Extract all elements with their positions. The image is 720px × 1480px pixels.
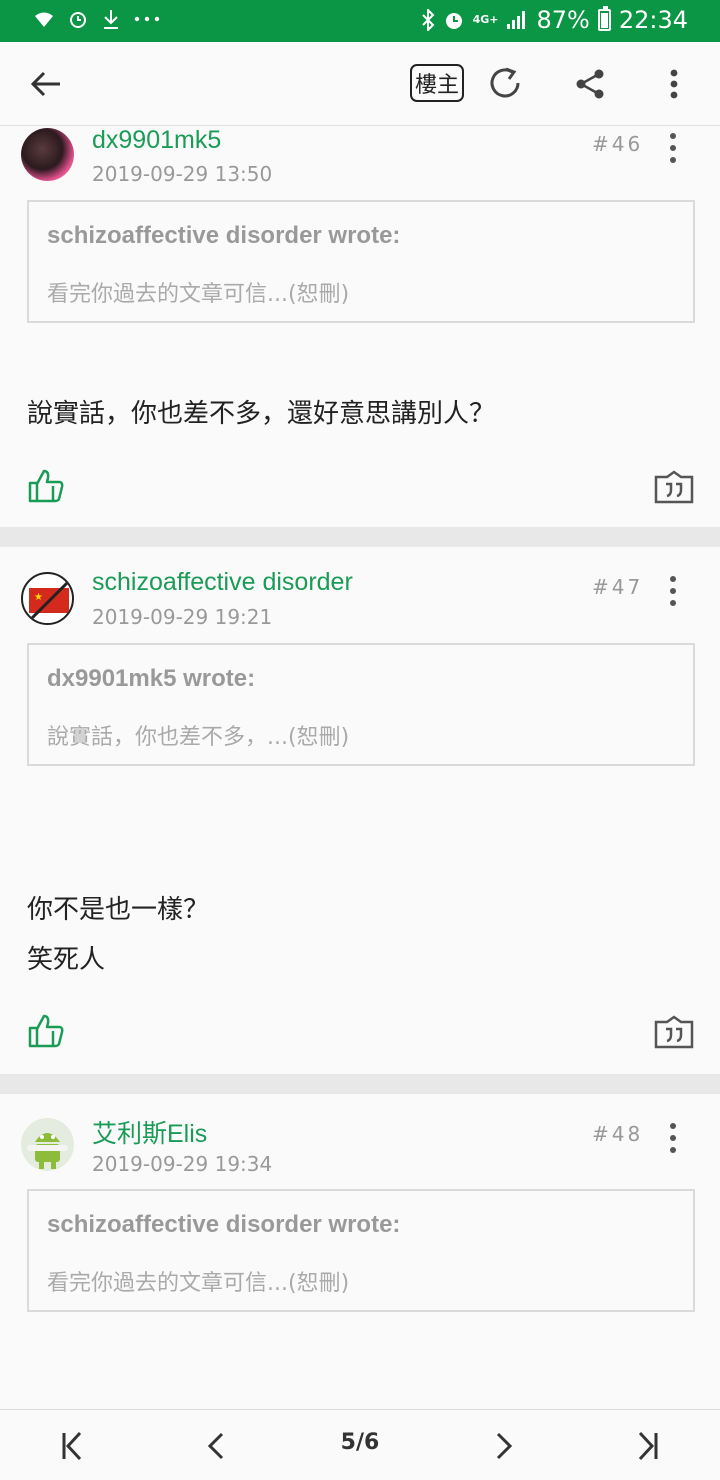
more-options-button[interactable] [652,62,696,106]
battery-icon [597,6,611,31]
share-button[interactable] [568,62,612,106]
status-bar: 4G+ 87% 22:34 [0,0,720,42]
page-indicator[interactable]: 5/6 [320,1430,400,1455]
post-body-line: 你不是也一樣？ [27,895,210,925]
bluetooth-icon [421,9,434,31]
post-48: 艾利斯Elis 2019-09-29 19:34 #48 schizoaffec… [0,1094,720,1409]
flag-icon: ★ [25,576,72,623]
alarm-icon [70,12,86,28]
post-menu-button[interactable] [660,573,686,609]
android-mascot-icon [27,1133,68,1169]
username[interactable]: schizoaffective disorder [92,568,353,597]
username[interactable]: dx9901mk5 [92,126,221,155]
chevron-right-icon [496,1432,513,1460]
last-page-button[interactable] [628,1426,668,1466]
wifi-icon [35,12,53,27]
quote-author: schizoaffective disorder wrote: [47,1211,401,1238]
post-46: dx9901mk5 2019-09-29 13:50 #46 schizoaff… [0,126,720,526]
post-body-line: 笑死人 [27,945,106,975]
refresh-button[interactable] [484,62,528,106]
post-number: #48 [592,1122,644,1146]
back-arrow-icon [30,71,60,97]
prev-page-button[interactable] [196,1426,236,1466]
quote-reply-icon[interactable] [654,1015,694,1049]
clock: 22:34 [618,6,688,34]
more-notifications-icon [134,16,160,22]
svg-text:★: ★ [34,592,43,603]
avatar[interactable]: ★ [21,572,74,625]
quote-block[interactable]: schizoaffective disorder wrote: 看完你過去的文章… [27,200,695,323]
more-vert-icon [670,69,678,99]
first-page-icon [62,1431,82,1461]
last-page-icon [638,1431,658,1461]
chevron-left-icon [207,1432,224,1460]
first-page-button[interactable] [52,1426,92,1466]
battery-percent: 87% [536,6,590,34]
download-icon [104,10,118,29]
network-type: 4G+ [472,13,499,26]
avatar[interactable] [21,128,74,181]
quote-snippet: 看完你過去的文章可信...(恕刪) [47,282,350,307]
share-icon [576,69,604,99]
op-only-button[interactable]: 樓主 [410,64,464,102]
post-time: 2019-09-29 19:21 [92,605,273,629]
username[interactable]: 艾利斯Elis [92,1114,207,1150]
quote-snippet: 說實話，你也差不多，...(恕刪) [47,725,350,750]
post-separator [0,1074,720,1094]
quote-block[interactable]: dx9901mk5 wrote: 說實話，你也差不多，...(恕刪) [27,643,695,766]
post-number: #47 [592,575,644,599]
post-separator [0,527,720,547]
refresh-icon [490,67,520,98]
post-menu-button[interactable] [660,130,686,166]
post-time: 2019-09-29 13:50 [92,162,273,186]
like-icon[interactable] [27,1013,65,1049]
back-button[interactable] [24,62,68,106]
quote-author: dx9901mk5 wrote: [47,665,256,692]
quote-author: schizoaffective disorder wrote: [47,222,401,249]
post-time: 2019-09-29 19:34 [92,1152,273,1176]
like-icon[interactable] [27,468,65,504]
post-menu-button[interactable] [660,1120,686,1156]
post-number: #46 [592,132,644,156]
quote-snippet: 看完你過去的文章可信...(恕刪) [47,1271,350,1296]
next-page-button[interactable] [484,1426,524,1466]
post-47: ★ schizoaffective disorder 2019-09-29 19… [0,547,720,1074]
signal-icon [507,11,526,29]
quote-block[interactable]: schizoaffective disorder wrote: 看完你過去的文章… [27,1189,695,1312]
app-bar: 樓主 [0,42,720,126]
pagination-bar: 5/6 [0,1409,720,1480]
avatar[interactable] [21,1118,74,1171]
post-body-line: 說實話，你也差不多，還好意思講別人？ [27,399,496,429]
alarm-icon [445,13,462,29]
quote-reply-icon[interactable] [654,470,694,504]
